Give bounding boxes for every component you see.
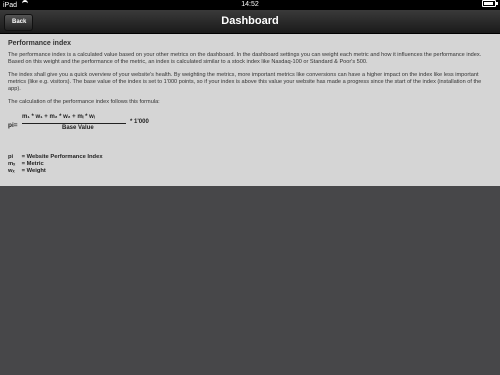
status-bar: iPad 14:52 <box>0 0 500 10</box>
legend-row: mₓ = Metric <box>8 161 494 168</box>
navigation-bar: Back Dashboard <box>0 10 500 34</box>
legend-text: = Metric <box>21 161 44 167</box>
legend-symbol: pi <box>8 154 14 160</box>
status-time: 14:52 <box>241 1 259 8</box>
legend-symbol: wₓ <box>8 168 15 174</box>
legend-text: = Weight <box>21 168 46 174</box>
battery-icon <box>482 0 498 7</box>
formula: pi= m₁ * w₁ + m₂ * w₂ + mᵢ * wᵢ Base Val… <box>8 112 494 152</box>
paragraph-overview: The index shall give you a quick overvie… <box>8 72 482 92</box>
formula-numerator: m₁ * w₁ + m₂ * w₂ + mᵢ * wᵢ <box>22 114 95 120</box>
page-title: Dashboard <box>221 15 279 27</box>
paragraph-intro: The performance index is a calculated va… <box>8 52 482 65</box>
legend-row: wₓ = Weight <box>8 168 494 175</box>
info-panel: Performance index The performance index … <box>0 34 500 186</box>
formula-denominator: Base Value <box>62 125 94 131</box>
legend-text: = Website Performance Index <box>21 154 103 160</box>
status-right <box>482 0 498 7</box>
formula-rhs: * 1'000 <box>130 119 149 125</box>
paragraph-formula-intro: The calculation of the performance index… <box>8 99 160 105</box>
legend-row: pi = Website Performance Index <box>8 154 494 161</box>
formula-legend: pi = Website Performance Index mₓ = Metr… <box>8 154 494 175</box>
empty-background <box>0 186 500 375</box>
formula-lhs: pi= <box>8 122 18 129</box>
fraction-line <box>22 123 126 124</box>
legend-symbol: mₓ <box>8 161 16 167</box>
section-heading: Performance index <box>8 40 72 47</box>
